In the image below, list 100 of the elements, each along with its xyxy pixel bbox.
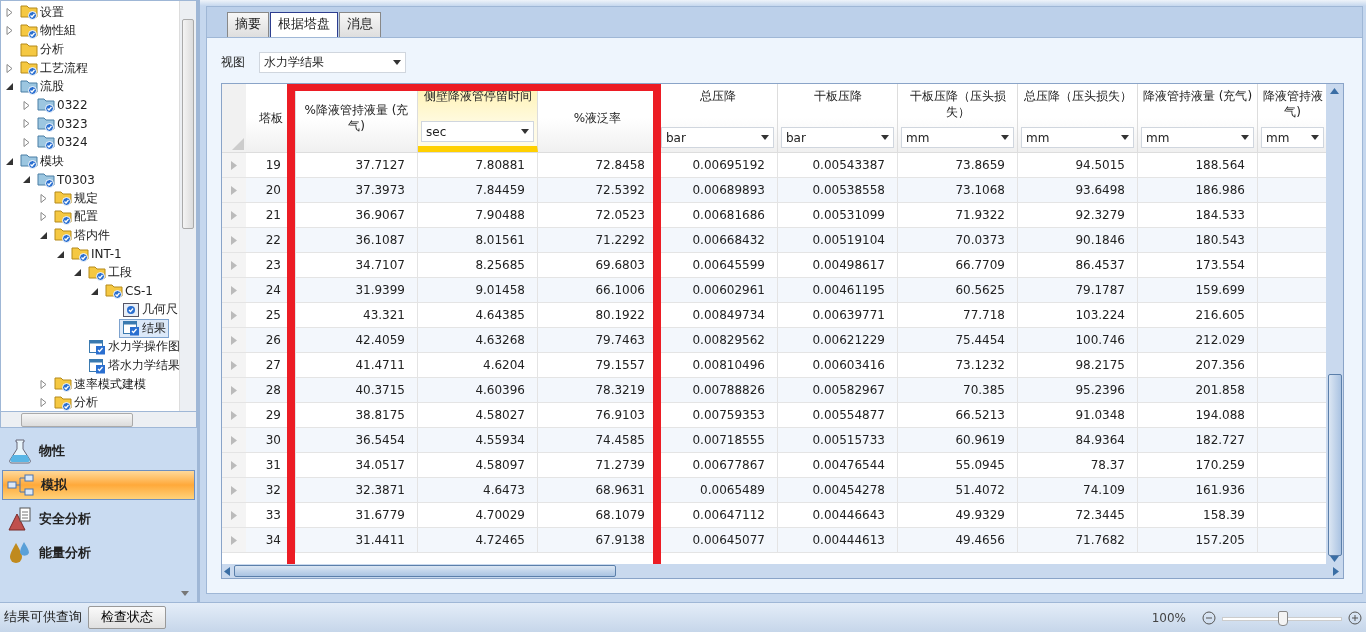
table-cell: 7.80881 <box>418 153 538 177</box>
scroll-up-arrow-icon[interactable] <box>1330 88 1339 94</box>
tree-item[interactable]: 分析 <box>51 393 101 411</box>
scroll-left-arrow-icon[interactable] <box>224 566 230 576</box>
check-status-button[interactable]: 检查状态 <box>88 606 166 629</box>
scrollbar[interactable] <box>222 564 1343 578</box>
tree-item[interactable]: 速率模式建模 <box>51 374 149 394</box>
collapse-arrow-icon[interactable] <box>22 175 31 185</box>
row-arrow-icon[interactable] <box>231 160 237 170</box>
scrollbar[interactable] <box>0 412 197 428</box>
tree-item[interactable]: 塔水力学结果 <box>85 356 179 376</box>
tree-item[interactable]: 配置 <box>51 207 101 227</box>
row-arrow-icon[interactable] <box>231 460 237 470</box>
table-cell: 170.259 <box>1138 453 1258 477</box>
column-header[interactable]: 总压降（压头损失） mm <box>1018 84 1138 152</box>
column-header[interactable]: 降液管持液量 (充气) mm <box>1138 84 1258 152</box>
row-arrow-icon[interactable] <box>231 485 237 495</box>
tree-item[interactable]: 分析 <box>17 40 67 59</box>
tree-item[interactable]: 工段 <box>85 263 135 283</box>
row-arrow-icon[interactable] <box>231 510 237 520</box>
nav-item[interactable]: 能量分析 <box>2 538 195 568</box>
tree-item[interactable]: 几何尺 <box>119 300 179 320</box>
row-arrow-icon[interactable] <box>231 235 237 245</box>
tree-item[interactable]: 规定 <box>51 188 101 208</box>
expand-arrow-icon[interactable] <box>22 119 31 129</box>
tree-item[interactable]: 0322 <box>34 96 91 115</box>
scroll-right-arrow-icon[interactable] <box>1333 566 1339 576</box>
row-arrow-icon[interactable] <box>231 185 237 195</box>
zoom-in-icon[interactable] <box>1348 610 1362 625</box>
table-cell: 0.00498617 <box>778 253 898 277</box>
zoom-out-icon[interactable] <box>1202 610 1216 625</box>
unit-dropdown[interactable]: mm <box>901 127 1014 148</box>
row-arrow-icon[interactable] <box>231 210 237 220</box>
column-header[interactable]: 干板压降 bar <box>778 84 898 152</box>
row-arrow-icon[interactable] <box>231 535 237 545</box>
unit-dropdown[interactable]: bar <box>781 127 894 148</box>
tree-item[interactable]: 设置 <box>17 2 67 22</box>
table-cell: 31.4411 <box>296 528 418 552</box>
checked-folder-icon <box>105 283 123 300</box>
expand-arrow-icon[interactable] <box>5 63 14 73</box>
expand-arrow-icon[interactable] <box>22 100 31 110</box>
row-arrow-icon[interactable] <box>231 260 237 270</box>
row-arrow-icon[interactable] <box>231 410 237 420</box>
expand-arrow-icon[interactable] <box>5 26 14 36</box>
tree-item[interactable]: INT-1 <box>68 245 125 263</box>
unit-dropdown[interactable]: sec <box>421 121 534 142</box>
tab[interactable]: 消息 <box>339 12 381 37</box>
nav-item[interactable]: 模拟 <box>2 470 195 500</box>
row-arrow-icon[interactable] <box>231 285 237 295</box>
expand-arrow-icon[interactable] <box>22 137 31 147</box>
nav-item[interactable]: 安全分析 <box>2 504 195 534</box>
collapse-arrow-icon[interactable] <box>5 82 14 92</box>
table-cell: 0.00582967 <box>778 378 898 402</box>
collapse-arrow-icon[interactable] <box>5 156 14 166</box>
scroll-down-arrow-icon[interactable] <box>1330 556 1339 562</box>
tree-item[interactable]: 模块 <box>17 151 67 171</box>
tree-item[interactable]: 流股 <box>17 77 67 97</box>
tree-item[interactable]: CS-1 <box>102 282 156 301</box>
collapse-arrow-icon[interactable] <box>39 230 48 240</box>
collapse-arrow-icon[interactable] <box>90 286 99 296</box>
collapse-arrow-icon[interactable] <box>73 268 82 278</box>
table-cell: 157.205 <box>1138 528 1258 552</box>
unit-dropdown[interactable]: mm <box>1261 127 1324 148</box>
scrollbar[interactable] <box>1326 84 1343 564</box>
row-arrow-icon[interactable] <box>231 435 237 445</box>
row-arrow-icon[interactable] <box>231 360 237 370</box>
row-arrow-icon[interactable] <box>231 335 237 345</box>
table-cell: 207.356 <box>1138 353 1258 377</box>
more-arrow-icon[interactable] <box>181 591 189 596</box>
zoom-slider[interactable] <box>1222 608 1342 627</box>
expand-arrow-icon[interactable] <box>39 212 48 222</box>
table-cell: 67.9138 <box>538 528 658 552</box>
unit-dropdown[interactable]: bar <box>661 127 774 148</box>
expand-arrow-icon[interactable] <box>39 379 48 389</box>
expand-arrow-icon[interactable] <box>5 7 14 17</box>
row-arrow-icon[interactable] <box>231 310 237 320</box>
table-cell: 27 <box>246 353 296 377</box>
tree-item[interactable]: 塔内件 <box>51 225 113 245</box>
tree-item[interactable]: 0323 <box>34 114 91 133</box>
tree-item[interactable]: 物性組 <box>17 21 79 41</box>
unit-dropdown[interactable]: mm <box>1141 127 1254 148</box>
tree-item[interactable]: 结果 <box>119 318 169 338</box>
row-arrow-icon[interactable] <box>231 385 237 395</box>
column-header[interactable]: 干板压降（压头损失） mm <box>898 84 1018 152</box>
unit-dropdown[interactable]: mm <box>1021 127 1134 148</box>
tree-item[interactable]: 水力学操作图 <box>85 337 179 357</box>
tab[interactable]: 根据塔盘 <box>270 12 338 38</box>
table-cell: 94.5015 <box>1018 153 1138 177</box>
collapse-arrow-icon[interactable] <box>56 249 65 259</box>
tree-item[interactable]: 0324 <box>34 133 91 152</box>
table-cell: 4.58097 <box>418 453 538 477</box>
tab[interactable]: 摘要 <box>227 12 269 37</box>
view-dropdown[interactable]: 水力学结果 <box>259 52 406 73</box>
tree-item[interactable]: T0303 <box>34 170 98 189</box>
expand-arrow-icon[interactable] <box>39 398 48 408</box>
column-header[interactable]: 总压降 bar <box>658 84 778 152</box>
expand-arrow-icon[interactable] <box>39 193 48 203</box>
nav-item[interactable]: 物性 <box>2 436 195 466</box>
scrollbar[interactable] <box>179 1 196 411</box>
tree-item[interactable]: 工艺流程 <box>17 58 91 78</box>
